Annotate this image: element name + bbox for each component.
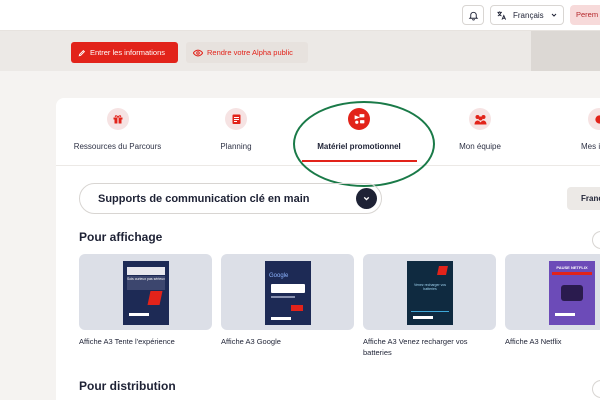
language-filter-button[interactable]: Franç — [567, 187, 600, 210]
notifications-bell-icon[interactable] — [462, 5, 484, 25]
team-icon — [469, 108, 491, 130]
make-alpha-public-label: Rendre votre Alpha public — [207, 48, 293, 57]
poster-thumbnail: PAUSE NETFLIX — [549, 261, 595, 325]
poster-card[interactable]: Venez recharger vos batteries — [363, 254, 496, 330]
gift-icon — [106, 108, 129, 130]
poster-title: Affiche A3 Venez recharger vos batteries — [363, 337, 468, 357]
tab-planning[interactable]: Planning — [205, 108, 267, 166]
make-alpha-public-button[interactable]: Rendre votre Alpha public — [186, 42, 308, 63]
poster-thumbnail: Sois curieux pas sérieux — [123, 261, 169, 325]
poster-title: Affiche A3 Google — [221, 337, 281, 346]
enter-information-label: Entrer les informations — [90, 48, 166, 57]
poster-title: Affiche A3 Tente l'expérience — [79, 337, 175, 346]
category-dropdown-value: Supports de communication clé en main — [98, 192, 310, 205]
tab-label: Mes i — [581, 142, 600, 151]
tab-mes-infos[interactable]: Mes i — [578, 108, 600, 166]
tab-mon-equipe[interactable]: Mon équipe — [452, 108, 508, 166]
poster-text: PAUSE NETFLIX — [556, 265, 588, 270]
poster-thumbnail: Google — [265, 261, 311, 325]
poster-text: Venez recharger vos batteries — [413, 283, 447, 291]
chevron-down-icon — [363, 196, 370, 201]
banner-image — [531, 31, 600, 71]
tab-ressources-du-parcours[interactable]: Ressources du Parcours — [70, 108, 165, 166]
translate-icon — [497, 10, 507, 20]
language-label: Français — [513, 10, 544, 20]
poster-card[interactable]: Google — [221, 254, 354, 330]
category-dropdown[interactable]: Supports de communication clé en main — [79, 183, 382, 214]
poster-text: Sois curieux pas sérieux — [127, 277, 165, 281]
poster-card[interactable]: PAUSE NETFLIX — [505, 254, 600, 330]
section-title-distribution: Pour distribution — [79, 379, 176, 393]
info-icon — [588, 108, 600, 130]
calendar-icon — [225, 108, 247, 130]
enter-information-button[interactable]: Entrer les informations — [71, 42, 178, 63]
tab-label: Mon équipe — [459, 142, 501, 151]
top-bar: Français Perem — [0, 0, 600, 31]
pencil-icon — [78, 49, 86, 56]
section-title-affichage: Pour affichage — [79, 230, 163, 244]
poster-card[interactable]: Sois curieux pas sérieux — [79, 254, 212, 330]
user-menu-button[interactable]: Perem — [570, 5, 600, 25]
tab-label: Planning — [220, 142, 252, 151]
poster-text: Google — [269, 273, 289, 279]
language-select[interactable]: Français — [490, 5, 564, 25]
poster-thumbnail: Venez recharger vos batteries — [407, 261, 453, 325]
highlight-annotation — [293, 101, 435, 187]
poster-title: Affiche A3 Netflix — [505, 337, 562, 346]
chevron-down-icon — [551, 13, 557, 17]
eye-icon — [193, 49, 203, 56]
dropdown-toggle-button[interactable] — [356, 188, 377, 209]
tab-label: Ressources du Parcours — [73, 142, 162, 151]
